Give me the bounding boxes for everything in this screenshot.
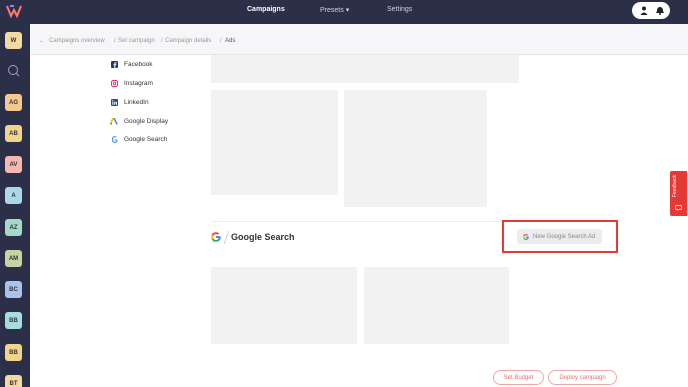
- bell-icon[interactable]: [656, 6, 664, 15]
- breadcrumb-separator: /: [220, 38, 222, 44]
- workspace-az[interactable]: AZ: [5, 219, 22, 236]
- search-icon[interactable]: [7, 64, 20, 77]
- nav-settings[interactable]: Settings: [387, 6, 412, 13]
- instagram-icon: [110, 79, 118, 87]
- top-navbar: Campaigns Presets ▾ Settings: [0, 0, 688, 24]
- breadcrumb-campaign-details[interactable]: Campaign details: [165, 38, 211, 44]
- ad-placeholder: [211, 90, 338, 195]
- breadcrumb-separator: /: [114, 38, 116, 44]
- breadcrumb-ads: Ads: [225, 38, 236, 44]
- app-logo-icon[interactable]: [6, 4, 22, 18]
- feedback-label: Feedback: [672, 175, 678, 197]
- channel-google-display[interactable]: Google Display: [110, 115, 168, 127]
- nav-campaigns[interactable]: Campaigns: [247, 6, 285, 13]
- google-icon: [211, 232, 221, 242]
- google-search-section-header: Google Search: [211, 230, 295, 244]
- nav-presets[interactable]: Presets ▾: [320, 6, 349, 14]
- channel-label: Google Search: [124, 135, 168, 143]
- set-budget-button[interactable]: Set Budget: [493, 370, 544, 385]
- workspace-ag[interactable]: AG: [5, 94, 22, 111]
- channel-google-search[interactable]: Google Search: [110, 133, 167, 145]
- workspace-bt[interactable]: BT: [5, 375, 22, 387]
- channel-label: Instagram: [124, 79, 153, 87]
- workspace-bb[interactable]: BB: [5, 312, 22, 329]
- channel-label: Google Display: [124, 117, 169, 125]
- user-icon[interactable]: [640, 6, 648, 15]
- workspace-bc[interactable]: BC: [5, 281, 22, 298]
- nav-presets-label: Presets: [320, 7, 344, 14]
- workspace-a[interactable]: A: [5, 187, 22, 204]
- new-google-search-ad-button[interactable]: New Google Search Ad: [517, 229, 602, 244]
- new-ad-button-label: New Google Search Ad: [533, 233, 596, 240]
- ad-placeholder: [364, 267, 509, 344]
- arrow-left-icon[interactable]: ←: [39, 38, 45, 44]
- caret-down-icon: ▾: [345, 7, 350, 14]
- feedback-tab[interactable]: Feedback: [670, 171, 687, 216]
- section-divider: [211, 221, 519, 222]
- breadcrumb-separator: /: [161, 38, 163, 44]
- workspace-ab[interactable]: AB: [5, 125, 22, 142]
- ad-placeholder: [211, 267, 357, 344]
- section-title: Google Search: [231, 232, 295, 242]
- google-ads-icon: [110, 117, 118, 125]
- workspace-w[interactable]: W: [5, 32, 22, 49]
- facebook-icon: [110, 60, 118, 68]
- workspace-am[interactable]: AM: [5, 250, 22, 267]
- channel-label: LinkedIn: [124, 98, 149, 106]
- deploy-campaign-button[interactable]: Deploy campaign: [548, 370, 617, 385]
- user-menu[interactable]: [632, 2, 670, 19]
- breadcrumb: ← Campaigns overview / Set campaign / Ca…: [30, 24, 688, 55]
- workspace-bb-2[interactable]: BB: [5, 344, 22, 361]
- ad-placeholder: [211, 55, 519, 83]
- google-icon: [110, 135, 118, 143]
- linkedin-icon: [110, 98, 118, 106]
- channel-facebook[interactable]: Facebook: [110, 58, 153, 70]
- channel-linkedin[interactable]: LinkedIn: [110, 96, 149, 108]
- google-icon: [523, 233, 529, 240]
- ad-placeholder: [344, 90, 487, 207]
- breadcrumb-campaigns-overview[interactable]: Campaigns overview: [49, 38, 105, 44]
- feedback-icon: [675, 205, 682, 211]
- breadcrumb-set-campaign[interactable]: Set campaign: [118, 38, 155, 44]
- workspace-sidebar: W AG AB AV A AZ AM BC BB BB BT: [0, 24, 30, 387]
- channel-instagram[interactable]: Instagram: [110, 77, 153, 89]
- workspace-av[interactable]: AV: [5, 156, 22, 173]
- channel-label: Facebook: [124, 60, 153, 68]
- title-divider: [223, 230, 230, 244]
- ads-content: Facebook Instagram LinkedIn Google Displ…: [30, 55, 688, 387]
